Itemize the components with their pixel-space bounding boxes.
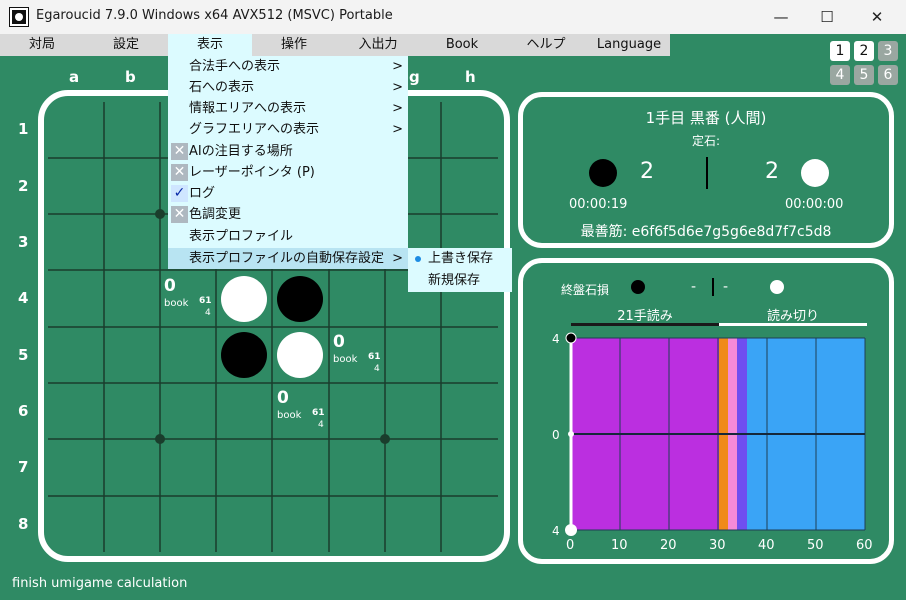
x-tick-20: 20	[660, 538, 677, 553]
y-tick-zero: 0	[552, 428, 560, 442]
x-tick-60: 60	[856, 538, 873, 553]
x-tick-10: 10	[611, 538, 628, 553]
graph-zero-marker	[568, 431, 574, 437]
eval-graph[interactable]	[0, 0, 906, 600]
x-tick-30: 30	[709, 538, 726, 553]
x-tick-0: 0	[566, 538, 575, 553]
graph-white-marker	[565, 524, 577, 536]
graph-black-marker	[565, 332, 577, 344]
x-tick-50: 50	[807, 538, 824, 553]
status-text: finish umigame calculation	[12, 576, 188, 591]
x-tick-40: 40	[758, 538, 775, 553]
y-tick-bottom: 4	[552, 524, 560, 538]
y-tick-top: 4	[552, 332, 560, 346]
